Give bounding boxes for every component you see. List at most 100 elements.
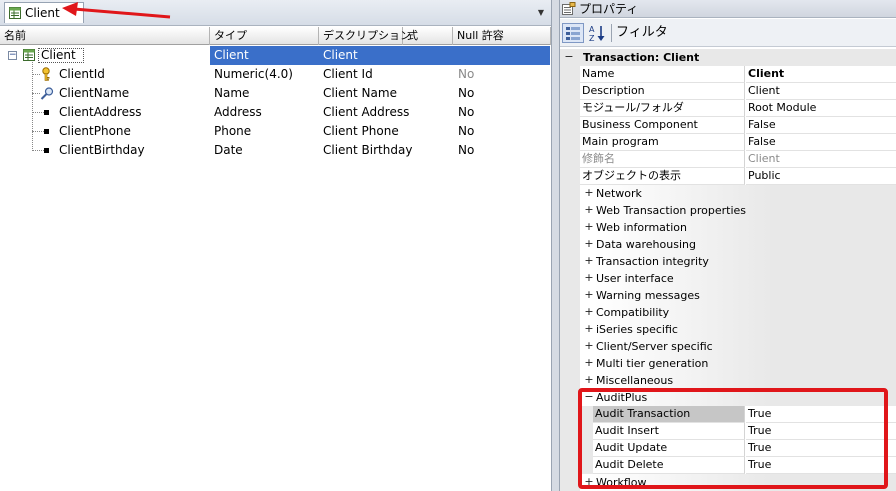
collapse-icon[interactable]: −: [584, 391, 594, 402]
attribute-nullable[interactable]: No: [458, 84, 474, 103]
category-multi-tier-generation[interactable]: + Multi tier generation: [580, 355, 896, 372]
property-row-audit-delete[interactable]: Audit Delete True: [580, 457, 896, 474]
attribute-type[interactable]: Numeric(4.0): [214, 65, 293, 84]
property-row-qualified-name[interactable]: 修飾名 Client: [580, 151, 896, 168]
alphabetical-view-button[interactable]: A Z: [586, 23, 608, 43]
expand-icon[interactable]: +: [584, 476, 594, 487]
expand-icon[interactable]: +: [584, 204, 594, 215]
property-row-main-program[interactable]: Main program False: [580, 134, 896, 151]
property-row-name[interactable]: Name Client: [580, 66, 896, 83]
property-value[interactable]: False: [746, 134, 896, 151]
attribute-type[interactable]: Client: [214, 46, 249, 65]
attribute-name[interactable]: ClientBirthday: [59, 141, 145, 160]
property-value[interactable]: Root Module: [746, 100, 896, 117]
category-web-information[interactable]: + Web information: [580, 219, 896, 236]
property-row-audit-update[interactable]: Audit Update True: [580, 440, 896, 457]
category-client-server-specific[interactable]: + Client/Server specific: [580, 338, 896, 355]
property-value[interactable]: True: [746, 457, 896, 474]
attribute-description[interactable]: Client Phone: [323, 122, 399, 141]
expand-icon[interactable]: +: [584, 221, 594, 232]
category-warning-messages[interactable]: + Warning messages: [580, 287, 896, 304]
property-name: モジュール/フォルダ: [580, 100, 745, 117]
attribute-nullable[interactable]: No: [458, 122, 474, 141]
expand-icon[interactable]: +: [584, 357, 594, 368]
property-value[interactable]: True: [746, 406, 896, 423]
category-transaction-integrity[interactable]: + Transaction integrity: [580, 253, 896, 270]
structure-editor: Client ▼ 名前 タイプ デスクリプション 式 Null 許容 − Cli…: [0, 0, 551, 491]
category-auditplus[interactable]: − AuditPlus: [580, 389, 896, 406]
property-value[interactable]: False: [746, 117, 896, 134]
attribute-description[interactable]: Client Address: [323, 103, 409, 122]
property-value[interactable]: Public: [746, 168, 896, 185]
category-web-transaction-properties[interactable]: + Web Transaction properties: [580, 202, 896, 219]
expand-icon[interactable]: +: [584, 289, 594, 300]
attribute-name[interactable]: ClientAddress: [59, 103, 142, 122]
property-row-audit-transaction[interactable]: Audit Transaction True: [580, 406, 896, 423]
expand-icon[interactable]: +: [584, 272, 594, 283]
column-header-name[interactable]: 名前: [0, 27, 210, 45]
attribute-name[interactable]: Client: [41, 46, 76, 65]
table-row[interactable]: ClientPhone Phone Client Phone No: [0, 122, 551, 141]
category-workflow[interactable]: + Workflow: [580, 474, 896, 491]
tree-guide: [32, 74, 40, 75]
attribute-description[interactable]: Client Name: [323, 84, 397, 103]
property-row-business-component[interactable]: Business Component False: [580, 117, 896, 134]
properties-title-bar: プロパティ: [560, 0, 896, 18]
indent-gutter: [580, 406, 593, 423]
property-value[interactable]: True: [746, 423, 896, 440]
attribute-name[interactable]: ClientName: [59, 84, 129, 103]
property-value[interactable]: Client: [746, 83, 896, 100]
expand-icon[interactable]: +: [584, 323, 594, 334]
pane-splitter[interactable]: [551, 0, 560, 491]
property-row-visibility[interactable]: オブジェクトの表示 Public: [580, 168, 896, 185]
category-network[interactable]: + Network: [580, 185, 896, 202]
category-label: Network: [594, 185, 896, 202]
table-row[interactable]: ClientBirthday Date Client Birthday No: [0, 141, 551, 160]
table-row[interactable]: ClientAddress Address Client Address No: [0, 103, 551, 122]
column-header-type[interactable]: タイプ: [210, 27, 319, 45]
column-header-formula[interactable]: 式: [403, 27, 453, 45]
filter-button[interactable]: フィルタ: [616, 24, 668, 42]
expand-icon[interactable]: +: [584, 374, 594, 385]
tab-dropdown-icon[interactable]: ▼: [535, 5, 547, 19]
section-transaction-client[interactable]: − Transaction: Client: [560, 49, 896, 66]
property-row-description[interactable]: Description Client: [580, 83, 896, 100]
expand-icon[interactable]: +: [584, 306, 594, 317]
category-user-interface[interactable]: + User interface: [580, 270, 896, 287]
property-value[interactable]: Client: [746, 66, 896, 83]
attribute-type[interactable]: Date: [214, 141, 243, 160]
category-iseries-specific[interactable]: + iSeries specific: [580, 321, 896, 338]
properties-toolbar: A Z フィルタ: [560, 19, 896, 47]
property-row-module[interactable]: モジュール/フォルダ Root Module: [580, 100, 896, 117]
attribute-description[interactable]: Client Birthday: [323, 141, 412, 160]
tree-guide: [32, 112, 44, 113]
attribute-type[interactable]: Phone: [214, 122, 251, 141]
attribute-name[interactable]: ClientPhone: [59, 122, 131, 141]
attribute-nullable[interactable]: No: [458, 141, 474, 160]
attribute-type[interactable]: Name: [214, 84, 249, 103]
table-row[interactable]: − Client Client Client: [0, 46, 551, 65]
attribute-type[interactable]: Address: [214, 103, 262, 122]
attribute-description[interactable]: Client: [323, 46, 358, 65]
attribute-nullable[interactable]: No: [458, 103, 474, 122]
expand-icon[interactable]: +: [584, 255, 594, 266]
expand-icon[interactable]: +: [584, 187, 594, 198]
category-miscellaneous[interactable]: + Miscellaneous: [580, 372, 896, 389]
attribute-name[interactable]: ClientId: [59, 65, 105, 84]
attribute-nullable[interactable]: No: [458, 65, 474, 84]
category-compatibility[interactable]: + Compatibility: [580, 304, 896, 321]
properties-title: プロパティ: [579, 2, 639, 16]
expand-icon[interactable]: +: [584, 340, 594, 351]
category-data-warehousing[interactable]: + Data warehousing: [580, 236, 896, 253]
property-row-audit-insert[interactable]: Audit Insert True: [580, 423, 896, 440]
attribute-description[interactable]: Client Id: [323, 65, 373, 84]
property-value[interactable]: True: [746, 440, 896, 457]
expand-icon[interactable]: +: [584, 238, 594, 249]
table-row[interactable]: ClientName Name Client Name No: [0, 84, 551, 103]
column-header-nullable[interactable]: Null 許容: [453, 27, 551, 45]
column-header-description[interactable]: デスクリプション: [319, 27, 411, 45]
table-row[interactable]: ClientId Numeric(4.0) Client Id No: [0, 65, 551, 84]
collapse-icon[interactable]: −: [8, 51, 17, 60]
categorized-view-button[interactable]: [562, 23, 584, 43]
collapse-icon[interactable]: −: [564, 51, 574, 62]
